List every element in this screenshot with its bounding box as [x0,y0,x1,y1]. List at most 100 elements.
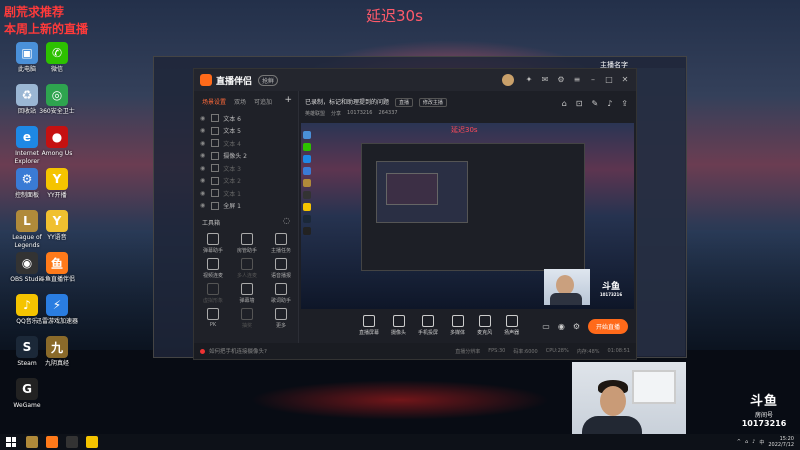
desktop-shortcut[interactable]: 九九阴真经 [34,336,80,368]
source-item[interactable]: ◉ 文本 6 [194,112,298,125]
minimize-icon[interactable]: – [588,75,598,85]
tool-button[interactable]: 语音播报 [264,258,298,279]
tool-button[interactable]: PK [196,308,230,329]
visibility-eye-icon[interactable]: ◉ [200,177,205,184]
ime-indicator[interactable]: 中 [759,439,764,446]
tool-button[interactable]: 多人连麦 [230,258,264,279]
douyu-room-badge: 斗鱼 房间号 10173216 [738,390,790,428]
lock-icon[interactable]: ⊡ [576,99,583,108]
taskbar-obs-icon[interactable] [66,436,78,448]
beta-badge[interactable]: 抢鲜 [258,74,279,86]
stat-item: FPS:30 [488,348,506,354]
avatar[interactable] [502,74,514,86]
source-item[interactable]: ◉ 文本 4 [194,137,298,150]
visibility-eye-icon[interactable]: ◉ [200,202,205,209]
tab-scene[interactable]: 场景设置 [202,97,226,106]
game-icon: 九 [46,336,68,358]
taskbar-lol-icon[interactable] [26,436,38,448]
source-type-icon [211,139,220,148]
gear-icon[interactable]: ⚙ [573,322,580,331]
desktop-shortcut[interactable]: Y YY语音 [34,210,80,242]
announcement-text[interactable]: 如何把手机连接摄像头? [209,347,267,355]
bottom-tool-button[interactable]: 扬声器 [504,315,519,336]
source-type-icon [211,126,220,135]
share-icon[interactable]: ⇪ [621,99,628,108]
tray-arrow-icon[interactable]: ^ [737,439,741,445]
overlay-text-line1: 剧荒求推荐 [4,5,65,19]
desktop-shortcut[interactable]: ● Among Us [34,126,80,158]
visibility-eye-icon[interactable]: ◉ [200,190,205,197]
tab-extra[interactable]: 可追加 [254,97,272,106]
toolbox-settings-icon[interactable]: ◌ [283,216,290,225]
bottom-tool-button[interactable]: 多媒体 [450,315,465,336]
tool-button[interactable]: 房管助手 [230,233,264,254]
desktop-shortcut[interactable]: G WeGame [4,378,50,410]
tool-button[interactable]: 弹幕墙 [230,283,264,304]
clock[interactable]: 15:20 2022/7/12 [768,436,794,448]
desktop-shortcut[interactable]: Y YY开播 [34,168,80,200]
desktop-shortcut[interactable]: ◎ 360安全卫士 [34,84,80,116]
side-panel [636,68,685,356]
source-item[interactable]: ◉ 文本 1 [194,187,298,200]
tool-button[interactable]: 主播任务 [264,233,298,254]
room-title[interactable]: 已录制，标记和助理提到的问题 [305,99,389,106]
room-share[interactable]: 分享 [331,110,341,117]
windows-start-icon[interactable] [6,437,16,447]
source-label: 文本 5 [223,128,241,136]
tool-button[interactable]: 抽奖 [230,308,264,329]
visibility-eye-icon[interactable]: ◉ [200,140,205,147]
menu-icon[interactable]: ≡ [572,75,582,85]
source-item[interactable]: ◉ 摄像头 2 [194,150,298,163]
source-item[interactable]: ◉ 全屏 1 [194,200,298,213]
close-icon[interactable]: ✕ [620,75,630,85]
taskbar-qq-music-icon[interactable] [86,436,98,448]
source-item[interactable]: ◉ 文本 2 [194,175,298,188]
source-item[interactable]: ◉ 文本 3 [194,162,298,175]
visibility-eye-icon[interactable]: ◉ [200,115,205,122]
bottom-tool-button[interactable]: 摄像头 [391,315,406,336]
room-chip-live[interactable]: 直播 [394,98,413,107]
settings-icon[interactable]: ⚙ [556,75,566,85]
desktop-shortcut[interactable]: ✆ 微信 [34,42,80,74]
bottom-tool-button[interactable]: 直播屏幕 [359,315,379,336]
visibility-eye-icon[interactable]: ◉ [200,152,205,159]
bottom-toolbar: 直播屏幕 摄像头 手机投屏 多媒体 麦克风 扬声器 ▭ ◉ ⚙ 开始直播 [299,309,636,343]
volume-icon[interactable]: ♪ [752,439,755,445]
bottom-tool-button[interactable]: 麦克风 [477,315,492,336]
video-icon[interactable]: ▭ [542,322,550,331]
tool-icon [207,233,219,245]
tool-icon [275,283,287,295]
room-category[interactable]: 英雄联盟 [305,110,325,117]
room-chip-edit[interactable]: 修改主播 [418,98,447,107]
visibility-eye-icon[interactable]: ◉ [200,127,205,134]
tool-button[interactable]: 虚拟形象 [196,283,230,304]
source-item[interactable]: ◉ 文本 5 [194,125,298,138]
taskbar-douyu-icon[interactable] [46,436,58,448]
eye-icon[interactable]: ◉ [558,322,565,331]
tool-button[interactable]: 弹幕助手 [196,233,230,254]
desktop-shortcut[interactable]: ⚡ 迅雷游戏加速器 [34,294,80,326]
maximize-icon[interactable]: □ [604,75,614,85]
stream-preview[interactable]: 延迟30s 斗鱼 10173216 [301,123,634,309]
mail-icon[interactable]: ✉ [540,75,550,85]
bottom-tool-icon [478,315,491,327]
network-icon[interactable]: ⌂ [745,439,748,445]
gift-icon[interactable]: ✦ [524,75,534,85]
preview-room-number: 10173216 [599,292,623,297]
shop-icon[interactable]: ⌂ [562,99,567,108]
chat-icon[interactable]: ✎ [591,99,598,108]
bottom-tool-button[interactable]: 手机投屏 [418,315,438,336]
start-live-button[interactable]: 开始直播 [587,319,628,334]
bottom-tool-icon [422,315,435,327]
add-source-icon[interactable]: + [284,95,292,105]
desktop-shortcut[interactable]: 鱼斗鱼直播伴侣 [34,252,80,284]
bell-icon[interactable]: ♪ [607,99,612,108]
visibility-eye-icon[interactable]: ◉ [200,165,205,172]
tool-button[interactable]: 歌词助手 [264,283,298,304]
stat-item: 直播分辨率 [455,349,481,355]
tool-button[interactable]: 更多 [264,308,298,329]
tool-label: 主播任务 [270,248,291,254]
tab-dual[interactable]: 双场 [234,97,246,106]
stat-item: 内存:48% [576,349,600,355]
tool-button[interactable]: 视频连麦 [196,258,230,279]
